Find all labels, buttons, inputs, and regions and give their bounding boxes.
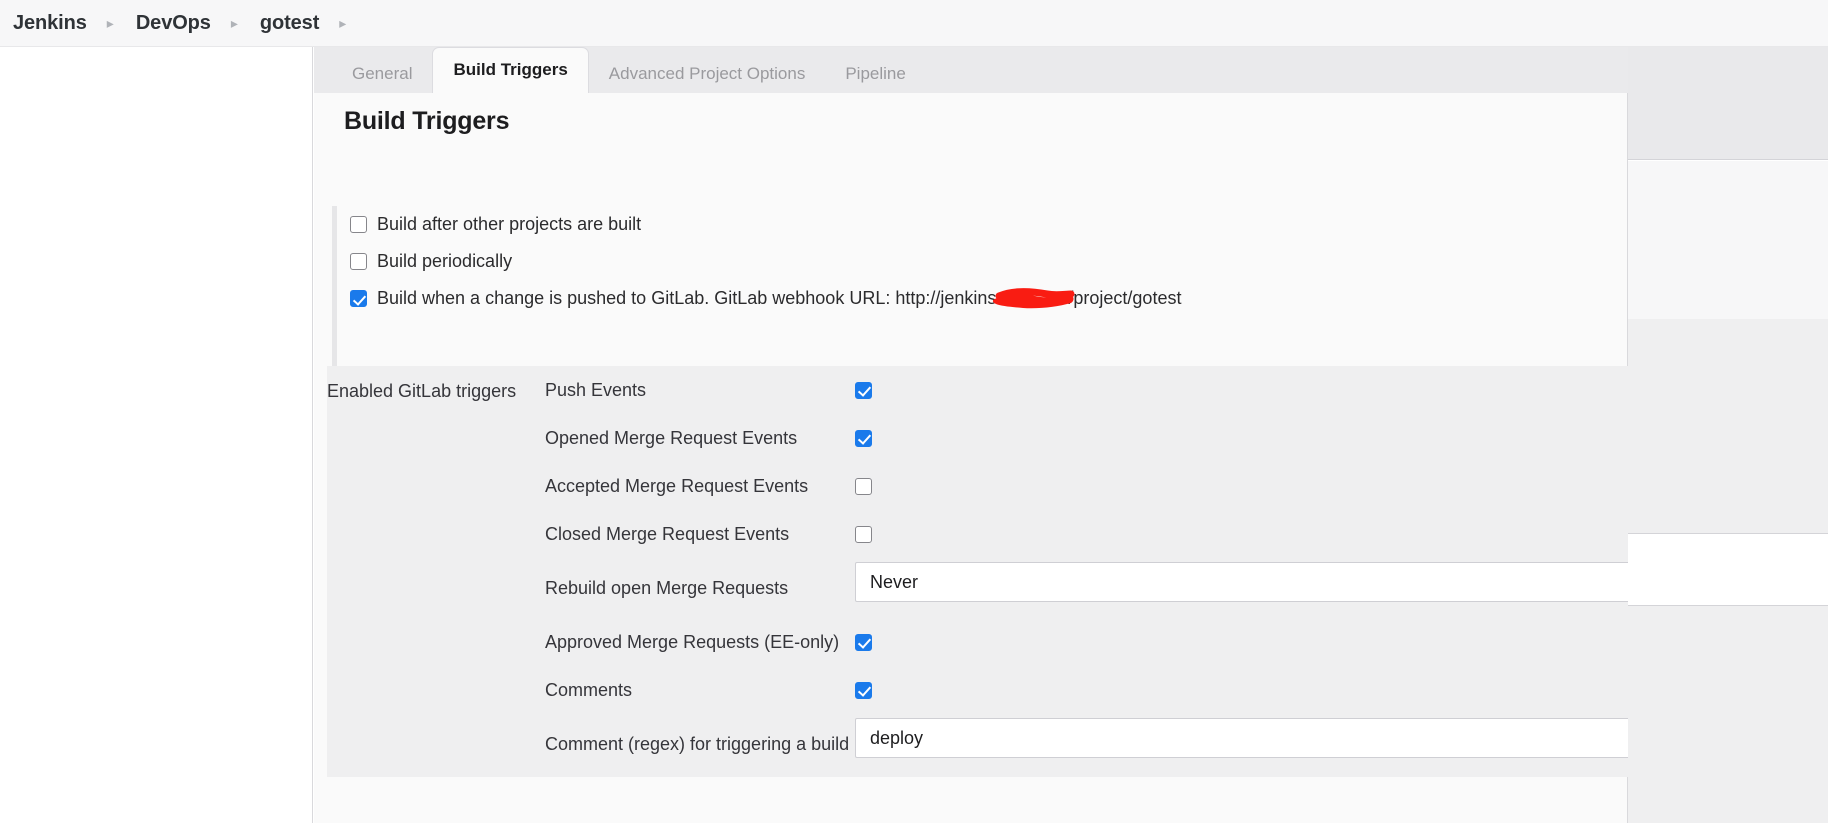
row-accepted-merge-request-events: Accepted Merge Request Events bbox=[545, 462, 1628, 510]
breadcrumb: Jenkins ▸ DevOps ▸ gotest ▸ bbox=[0, 0, 1828, 47]
config-tab-bar: General Build Triggers Advanced Project … bbox=[314, 47, 1628, 93]
trigger-build-periodically[interactable]: Build periodically bbox=[350, 243, 1628, 280]
checkbox-push-events[interactable] bbox=[855, 382, 872, 399]
enabled-gitlab-triggers-section: Enabled GitLab triggers Push Events Open… bbox=[327, 366, 1628, 777]
row-label: Accepted Merge Request Events bbox=[545, 476, 855, 497]
checkbox-comments[interactable] bbox=[855, 682, 872, 699]
checkbox-build-after-other-projects[interactable] bbox=[350, 216, 367, 233]
trigger-gitlab-push[interactable]: Build when a change is pushed to GitLab.… bbox=[350, 280, 1628, 317]
row-label: Push Events bbox=[545, 380, 855, 401]
row-closed-merge-request-events: Closed Merge Request Events bbox=[545, 510, 1628, 558]
row-label: Comments bbox=[545, 680, 855, 701]
checkbox-opened-merge-request-events[interactable] bbox=[855, 430, 872, 447]
gitlab-trigger-label: Build when a change is pushed to GitLab.… bbox=[377, 288, 1181, 309]
top-level-trigger-group: Build after other projects are built Bui… bbox=[332, 206, 1628, 317]
gitlab-trigger-text-before: Build when a change is pushed to GitLab.… bbox=[377, 288, 996, 308]
breadcrumb-separator-icon: ▸ bbox=[95, 16, 128, 30]
right-band-top bbox=[1628, 47, 1828, 160]
trigger-build-after-other-projects[interactable]: Build after other projects are built bbox=[350, 206, 1628, 243]
gitlab-trigger-rows: Push Events Opened Merge Request Events … bbox=[545, 366, 1628, 774]
checkbox-approved-merge-requests[interactable] bbox=[855, 634, 872, 651]
breadcrumb-separator-icon: ▸ bbox=[219, 16, 252, 30]
row-label: Closed Merge Request Events bbox=[545, 524, 855, 545]
breadcrumb-item-devops[interactable]: DevOps bbox=[128, 12, 219, 35]
trigger-label: Build periodically bbox=[377, 251, 512, 272]
left-gutter bbox=[0, 47, 313, 823]
trigger-label: Build after other projects are built bbox=[377, 214, 641, 235]
page-title: Build Triggers bbox=[344, 107, 509, 136]
right-band-lower bbox=[1628, 605, 1828, 823]
row-label: Rebuild open Merge Requests bbox=[545, 578, 855, 599]
checkbox-build-periodically[interactable] bbox=[350, 253, 367, 270]
jenkins-job-configure-page: Jenkins ▸ DevOps ▸ gotest ▸ General Buil… bbox=[0, 0, 1828, 823]
row-label: Comment (regex) for triggering a build bbox=[545, 734, 855, 755]
redaction-mark bbox=[995, 290, 1069, 307]
right-band-middle bbox=[1628, 319, 1828, 534]
checkbox-closed-merge-request-events[interactable] bbox=[855, 526, 872, 543]
row-label: Opened Merge Request Events bbox=[545, 428, 855, 449]
row-rebuild-open-merge-requests: Rebuild open Merge Requests Never bbox=[545, 558, 1628, 618]
row-comments: Comments bbox=[545, 666, 1628, 714]
tab-pipeline[interactable]: Pipeline bbox=[825, 55, 926, 93]
row-opened-merge-request-events: Opened Merge Request Events bbox=[545, 414, 1628, 462]
checkbox-gitlab-push[interactable] bbox=[350, 290, 367, 307]
right-overflow-column bbox=[1628, 47, 1828, 823]
checkbox-accepted-merge-request-events[interactable] bbox=[855, 478, 872, 495]
breadcrumb-dropdown-icon[interactable]: ▸ bbox=[327, 16, 360, 30]
gitlab-trigger-text-after: /project/gotest bbox=[1068, 288, 1181, 308]
tab-advanced-project-options[interactable]: Advanced Project Options bbox=[589, 55, 826, 93]
tab-build-triggers[interactable]: Build Triggers bbox=[432, 47, 588, 93]
row-comment-regex: Comment (regex) for triggering a build d… bbox=[545, 714, 1628, 774]
row-label: Approved Merge Requests (EE-only) bbox=[545, 632, 855, 653]
enabled-gitlab-triggers-label: Enabled GitLab triggers bbox=[327, 381, 545, 402]
right-band-upper bbox=[1628, 161, 1828, 319]
window-body: General Build Triggers Advanced Project … bbox=[0, 47, 1828, 823]
breadcrumb-item-jenkins[interactable]: Jenkins bbox=[5, 12, 95, 35]
tab-general[interactable]: General bbox=[332, 55, 432, 93]
row-approved-merge-requests: Approved Merge Requests (EE-only) bbox=[545, 618, 1628, 666]
right-band-gap bbox=[1628, 535, 1828, 605]
row-push-events: Push Events bbox=[545, 366, 1628, 414]
breadcrumb-item-gotest[interactable]: gotest bbox=[252, 12, 327, 35]
